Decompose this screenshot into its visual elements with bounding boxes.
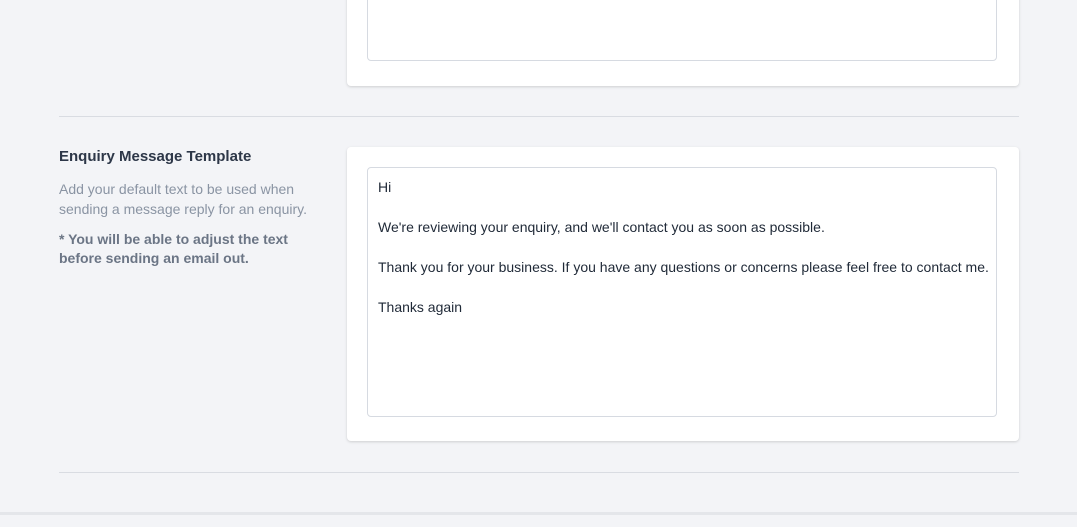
section-description: Add your default text to be used when se… xyxy=(59,181,307,217)
enquiry-template-card: Hi We're reviewing your enquiry, and we'… xyxy=(347,147,1019,441)
page-bottom-border xyxy=(0,512,1077,515)
template-line: Hi xyxy=(378,179,392,195)
enquiry-template-textarea[interactable]: Hi We're reviewing your enquiry, and we'… xyxy=(367,167,997,417)
template-line: We're reviewing your enquiry, and we'll … xyxy=(378,219,825,235)
template-blank-line xyxy=(378,197,986,217)
template-line: Thanks again xyxy=(378,299,463,315)
section-title: Enquiry Message Template xyxy=(59,148,252,165)
previous-template-textarea[interactable] xyxy=(367,0,997,61)
template-line: Thank you for your business. If you have… xyxy=(378,259,989,275)
section-divider xyxy=(59,472,1019,473)
previous-template-card xyxy=(347,0,1019,86)
section-note: * You will be able to adjust the text be… xyxy=(59,231,288,266)
template-blank-line xyxy=(378,237,986,257)
template-blank-line xyxy=(378,277,986,297)
section-divider xyxy=(59,116,1019,117)
